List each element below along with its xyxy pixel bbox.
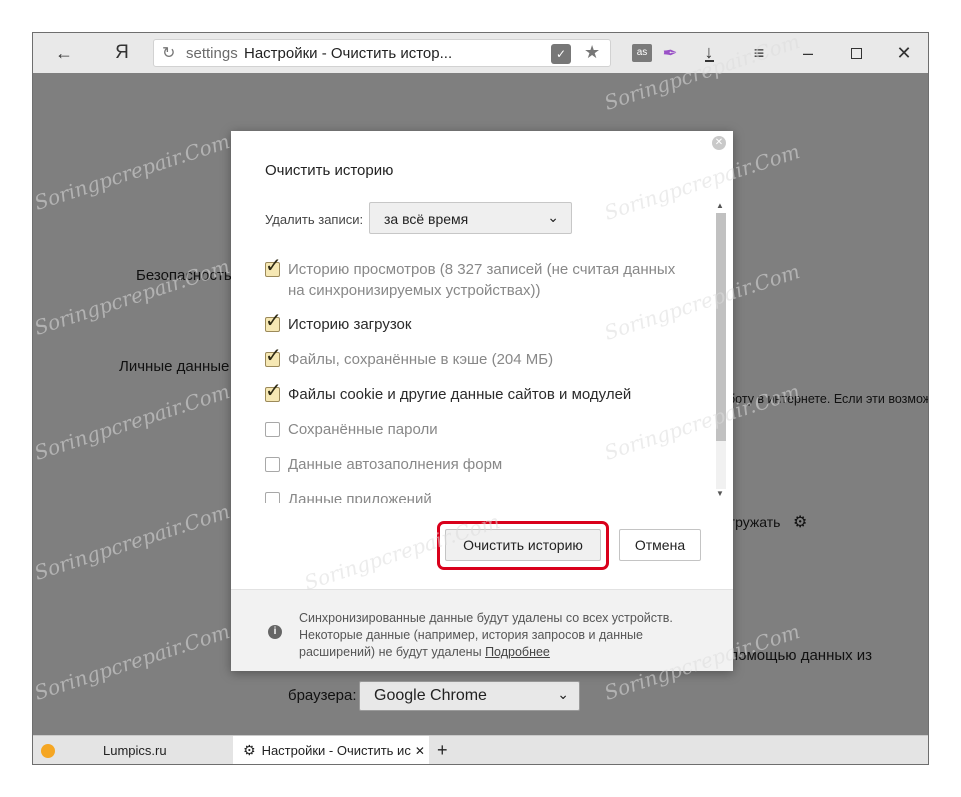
item-label: Историю загрузок	[288, 316, 412, 333]
checkbox-downloads[interactable]: ✓	[265, 311, 282, 332]
title-bar: ← Я ↻ settings Настройки - Очистить исто…	[33, 33, 928, 73]
item-label: Файлы, сохранённые в кэше	[288, 351, 488, 368]
sync-notice-line2: Некоторые данные (например, история запр…	[299, 628, 643, 642]
load-text: гружать	[730, 514, 781, 530]
checkbox-app-data[interactable]	[265, 492, 280, 503]
cancel-button[interactable]: Отмена	[619, 529, 701, 561]
address-scheme: settings	[186, 45, 238, 62]
sync-notice: Синхронизированные данные будут удалены …	[299, 610, 719, 661]
close-icon[interactable]: ✕	[889, 33, 919, 73]
close-dialog-icon[interactable]: ✕	[712, 136, 726, 150]
sync-notice-line1: Синхронизированные данные будут удалены …	[299, 611, 673, 625]
browser-window: ← Я ↻ settings Настройки - Очистить исто…	[32, 32, 929, 765]
import-description: помощью данных из	[730, 647, 873, 664]
list-item-autofill[interactable]: Данные автозаполнения форм	[265, 454, 502, 475]
browser-label: браузера:	[288, 687, 357, 704]
checkbox-browsing-history[interactable]: ✓	[265, 256, 282, 277]
dialog-title: Очистить историю	[265, 162, 394, 179]
chevron-down-icon: ⌄	[557, 686, 569, 702]
tab-label: Lumpics.ru	[103, 743, 167, 758]
item-sub: (204 МБ)	[491, 351, 554, 368]
hamburger-icon[interactable]: ≡	[747, 33, 771, 73]
address-bar[interactable]: ↻ settings Настройки - Очистить истор...…	[153, 39, 611, 67]
period-value: за всё время	[384, 211, 469, 227]
dialog-footer: i Синхронизированные данные будут удален…	[231, 589, 733, 671]
info-icon: i	[268, 625, 282, 639]
checkbox-cookies[interactable]: ✓	[265, 381, 282, 402]
list-item-downloads[interactable]: ✓ Историю загрузок	[265, 311, 412, 335]
reload-icon[interactable]: ↻	[162, 43, 175, 63]
item-label: Историю просмотров	[288, 261, 436, 278]
chevron-down-icon: ⌄	[547, 209, 559, 225]
puzzle-icon: ⚙	[793, 514, 808, 531]
orange-icon	[41, 743, 55, 758]
new-tab-button[interactable]: +	[437, 736, 461, 764]
security-section-label: Безопасность	[136, 267, 232, 284]
list-item-browsing-history[interactable]: ✓ Историю просмотров (8 327 записей (не …	[265, 256, 676, 301]
list-item-cookies[interactable]: ✓ Файлы cookie и другие данные сайтов и …	[265, 381, 632, 405]
item-sub2: на синхронизируемых устройствах))	[288, 282, 541, 299]
more-link[interactable]: Подробнее	[485, 645, 550, 659]
tab-settings[interactable]: ⚙ Настройки - Очистить ис ✕	[233, 736, 429, 764]
minimize-icon[interactable]: –	[793, 33, 823, 73]
period-label: Удалить записи:	[265, 212, 364, 227]
gear-icon: ⚙	[243, 742, 256, 758]
tab-label: Настройки - Очистить ис	[261, 743, 411, 758]
item-sub: (8 327 записей (не считая данных	[439, 261, 676, 278]
browser-import-select[interactable]: Google Chrome ⌄	[359, 681, 580, 711]
lastfm-icon[interactable]: as	[631, 33, 653, 73]
checkbox-cache[interactable]: ✓	[265, 346, 282, 367]
item-label: Данные автозаполнения форм	[288, 456, 503, 473]
list-item-passwords[interactable]: Сохранённые пароли	[265, 419, 438, 440]
close-tab-icon[interactable]: ✕	[415, 744, 425, 758]
settings-page: Безопасность Личные данные боту в интерн…	[33, 73, 928, 735]
star-icon[interactable]: ★	[584, 42, 600, 63]
tab-bar: Lumpics.ru ⚙ Настройки - Очистить ис ✕ +	[33, 735, 928, 764]
personal-data-label: Личные данные	[119, 358, 230, 375]
clear-history-dialog: ✕ Очистить историю Удалить записи: за вс…	[231, 131, 733, 671]
download-icon[interactable]: ↓	[697, 33, 721, 73]
scroll-down-icon[interactable]: ▼	[716, 489, 724, 498]
sync-notice-line3: расширений) не будут удалены	[299, 645, 482, 659]
item-label: Данные приложений	[288, 491, 432, 503]
item-label: Сохранённые пароли	[288, 421, 438, 438]
checkbox-passwords[interactable]	[265, 422, 280, 437]
scrollbar-thumb[interactable]	[716, 213, 726, 441]
clear-history-button[interactable]: Очистить историю	[445, 529, 601, 561]
period-select[interactable]: за всё время ⌄	[369, 202, 572, 234]
history-items-list: ✓ Историю просмотров (8 327 записей (не …	[265, 255, 710, 503]
scroll-up-icon[interactable]: ▲	[716, 201, 724, 210]
list-item-app-data[interactable]: Данные приложений	[265, 489, 432, 503]
shield-icon[interactable]: ✓	[551, 44, 571, 64]
arrow-left-icon[interactable]: ←	[47, 33, 81, 73]
item-label: Файлы cookie и другие данные сайтов и мо…	[288, 386, 632, 403]
feather-icon[interactable]: ✒	[659, 33, 681, 73]
tab-lumpics[interactable]: Lumpics.ru	[41, 736, 231, 764]
address-page-title: Настройки - Очистить истор...	[244, 45, 453, 62]
browser-import-value: Google Chrome	[374, 687, 487, 704]
personal-data-description: боту в интернете. Если эти возмож	[728, 392, 929, 406]
list-item-cache[interactable]: ✓ Файлы, сохранённые в кэше (204 МБ)	[265, 346, 554, 370]
checkbox-autofill[interactable]	[265, 457, 280, 472]
list-scrollbar[interactable]: ▲ ▼	[713, 201, 729, 501]
yandex-logo[interactable]: Я	[109, 33, 135, 73]
maximize-icon[interactable]	[841, 33, 871, 73]
